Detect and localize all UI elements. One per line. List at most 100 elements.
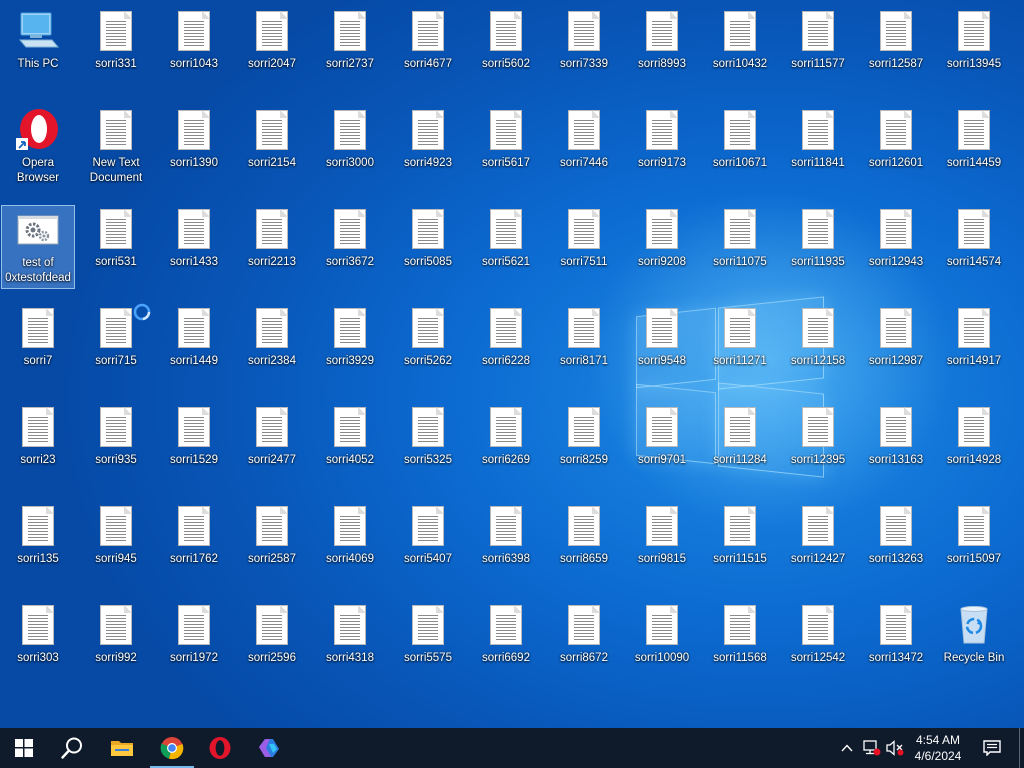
desktop-icon-sorri303[interactable]: sorri303 xyxy=(1,601,75,685)
desktop-icon-test-of-0xtestofdead[interactable]: test of 0xtestofdead xyxy=(1,205,75,289)
desktop-icon-sorri4069[interactable]: sorri4069 xyxy=(313,502,387,586)
desktop-icon-sorri11935[interactable]: sorri11935 xyxy=(781,205,855,289)
desktop-icon-sorri11568[interactable]: sorri11568 xyxy=(703,601,777,685)
desktop-icon-sorri5617[interactable]: sorri5617 xyxy=(469,106,543,190)
desktop-icon-sorri1433[interactable]: sorri1433 xyxy=(157,205,231,289)
desktop-icon-sorri9208[interactable]: sorri9208 xyxy=(625,205,699,289)
desktop-icon-sorri3000[interactable]: sorri3000 xyxy=(313,106,387,190)
desktop-icon-sorri945[interactable]: sorri945 xyxy=(79,502,153,586)
desktop-icon-sorri4923[interactable]: sorri4923 xyxy=(391,106,465,190)
desktop-icon-sorri7339[interactable]: sorri7339 xyxy=(547,7,621,91)
desktop-icon-sorri11841[interactable]: sorri11841 xyxy=(781,106,855,190)
desktop-icon-sorri4677[interactable]: sorri4677 xyxy=(391,7,465,91)
desktop-icon-sorri1762[interactable]: sorri1762 xyxy=(157,502,231,586)
desktop-icon-sorri2587[interactable]: sorri2587 xyxy=(235,502,309,586)
desktop-icon-sorri1043[interactable]: sorri1043 xyxy=(157,7,231,91)
desktop-icon-sorri10432[interactable]: sorri10432 xyxy=(703,7,777,91)
desktop-icon-sorri1390[interactable]: sorri1390 xyxy=(157,106,231,190)
desktop-icon-this-pc[interactable]: This PC xyxy=(1,7,75,91)
desktop-icon-sorri5407[interactable]: sorri5407 xyxy=(391,502,465,586)
desktop-icon-sorri12943[interactable]: sorri12943 xyxy=(859,205,933,289)
desktop[interactable]: This PC sorri331 sorri1043 sorri2047 sorri27… xyxy=(0,0,1024,728)
desktop-icon-sorri13945[interactable]: sorri13945 xyxy=(937,7,1011,91)
desktop-icon-recycle-bin[interactable]: Recycle Bin xyxy=(937,601,1011,685)
desktop-icon-new-text-document[interactable]: New Text Document xyxy=(79,106,153,190)
desktop-icon-sorri7446[interactable]: sorri7446 xyxy=(547,106,621,190)
desktop-icon-sorri12542[interactable]: sorri12542 xyxy=(781,601,855,685)
desktop-icon-sorri935[interactable]: sorri935 xyxy=(79,403,153,487)
desktop-icon-sorri5325[interactable]: sorri5325 xyxy=(391,403,465,487)
desktop-icon-sorri8659[interactable]: sorri8659 xyxy=(547,502,621,586)
desktop-icon-sorri992[interactable]: sorri992 xyxy=(79,601,153,685)
desktop-icon-sorri8259[interactable]: sorri8259 xyxy=(547,403,621,487)
desktop-icon-sorri5621[interactable]: sorri5621 xyxy=(469,205,543,289)
desktop-icon-sorri6269[interactable]: sorri6269 xyxy=(469,403,543,487)
desktop-icon-sorri2477[interactable]: sorri2477 xyxy=(235,403,309,487)
desktop-icon-sorri2737[interactable]: sorri2737 xyxy=(313,7,387,91)
desktop-icon-sorri2384[interactable]: sorri2384 xyxy=(235,304,309,388)
desktop-icon-sorri8993[interactable]: sorri8993 xyxy=(625,7,699,91)
desktop-icon-sorri2047[interactable]: sorri2047 xyxy=(235,7,309,91)
desktop-icon-sorri13263[interactable]: sorri13263 xyxy=(859,502,933,586)
desktop-icon-sorri3929[interactable]: sorri3929 xyxy=(313,304,387,388)
desktop-icon-sorri12395[interactable]: sorri12395 xyxy=(781,403,855,487)
desktop-icon-sorri12987[interactable]: sorri12987 xyxy=(859,304,933,388)
network-status[interactable] xyxy=(860,728,884,768)
action-center-button[interactable] xyxy=(978,728,1006,768)
desktop-icon-sorri7511[interactable]: sorri7511 xyxy=(547,205,621,289)
desktop-icon-sorri11577[interactable]: sorri11577 xyxy=(781,7,855,91)
desktop-icon-sorri13472[interactable]: sorri13472 xyxy=(859,601,933,685)
desktop-icon-opera-browser[interactable]: Opera Browser xyxy=(1,106,75,190)
desktop-icon-sorri14917[interactable]: sorri14917 xyxy=(937,304,1011,388)
desktop-icon-sorri135[interactable]: sorri135 xyxy=(1,502,75,586)
desktop-icon-sorri6692[interactable]: sorri6692 xyxy=(469,601,543,685)
desktop-icon-sorri6398[interactable]: sorri6398 xyxy=(469,502,543,586)
desktop-icon-sorri10671[interactable]: sorri10671 xyxy=(703,106,777,190)
desktop-icon-sorri12587[interactable]: sorri12587 xyxy=(859,7,933,91)
desktop-icon-sorri12158[interactable]: sorri12158 xyxy=(781,304,855,388)
desktop-icon-sorri6228[interactable]: sorri6228 xyxy=(469,304,543,388)
desktop-icon-sorri15097[interactable]: sorri15097 xyxy=(937,502,1011,586)
desktop-icon-sorri9701[interactable]: sorri9701 xyxy=(625,403,699,487)
desktop-icon-sorri5085[interactable]: sorri5085 xyxy=(391,205,465,289)
copilot-button[interactable] xyxy=(245,728,293,768)
desktop-icon-sorri11515[interactable]: sorri11515 xyxy=(703,502,777,586)
desktop-icon-sorri5575[interactable]: sorri5575 xyxy=(391,601,465,685)
desktop-icon-sorri331[interactable]: sorri331 xyxy=(79,7,153,91)
desktop-icon-sorri11271[interactable]: sorri11271 xyxy=(703,304,777,388)
desktop-icon-sorri3672[interactable]: sorri3672 xyxy=(313,205,387,289)
chrome-button[interactable] xyxy=(148,728,196,768)
desktop-icon-sorri9173[interactable]: sorri9173 xyxy=(625,106,699,190)
desktop-icon-sorri10090[interactable]: sorri10090 xyxy=(625,601,699,685)
desktop-icon-sorri1449[interactable]: sorri1449 xyxy=(157,304,231,388)
desktop-icon-sorri1972[interactable]: sorri1972 xyxy=(157,601,231,685)
search-button[interactable] xyxy=(48,728,96,768)
desktop-icon-sorri8171[interactable]: sorri8171 xyxy=(547,304,621,388)
desktop-icon-sorri4318[interactable]: sorri4318 xyxy=(313,601,387,685)
desktop-icon-sorri23[interactable]: sorri23 xyxy=(1,403,75,487)
desktop-icon-sorri14574[interactable]: sorri14574 xyxy=(937,205,1011,289)
desktop-icon-sorri9548[interactable]: sorri9548 xyxy=(625,304,699,388)
desktop-icon-sorri11075[interactable]: sorri11075 xyxy=(703,205,777,289)
desktop-icon-sorri14928[interactable]: sorri14928 xyxy=(937,403,1011,487)
desktop-icon-sorri531[interactable]: sorri531 xyxy=(79,205,153,289)
desktop-icon-sorri1529[interactable]: sorri1529 xyxy=(157,403,231,487)
taskbar-clock[interactable]: 4:54 AM 4/6/2024 xyxy=(900,728,976,768)
start-button[interactable] xyxy=(0,728,48,768)
desktop-icon-sorri11284[interactable]: sorri11284 xyxy=(703,403,777,487)
desktop-icon-sorri2213[interactable]: sorri2213 xyxy=(235,205,309,289)
desktop-icon-sorri4052[interactable]: sorri4052 xyxy=(313,403,387,487)
tray-overflow-chevron[interactable] xyxy=(836,728,858,768)
desktop-icon-sorri13163[interactable]: sorri13163 xyxy=(859,403,933,487)
desktop-icon-sorri7[interactable]: sorri7 xyxy=(1,304,75,388)
desktop-icon-sorri12601[interactable]: sorri12601 xyxy=(859,106,933,190)
file-explorer-button[interactable] xyxy=(98,728,146,768)
desktop-icon-sorri5602[interactable]: sorri5602 xyxy=(469,7,543,91)
opera-taskbar-button[interactable] xyxy=(196,728,244,768)
show-desktop-button[interactable] xyxy=(1019,728,1020,768)
desktop-icon-sorri9815[interactable]: sorri9815 xyxy=(625,502,699,586)
desktop-icon-sorri12427[interactable]: sorri12427 xyxy=(781,502,855,586)
desktop-icon-sorri8672[interactable]: sorri8672 xyxy=(547,601,621,685)
desktop-icon-sorri2154[interactable]: sorri2154 xyxy=(235,106,309,190)
desktop-icon-sorri5262[interactable]: sorri5262 xyxy=(391,304,465,388)
